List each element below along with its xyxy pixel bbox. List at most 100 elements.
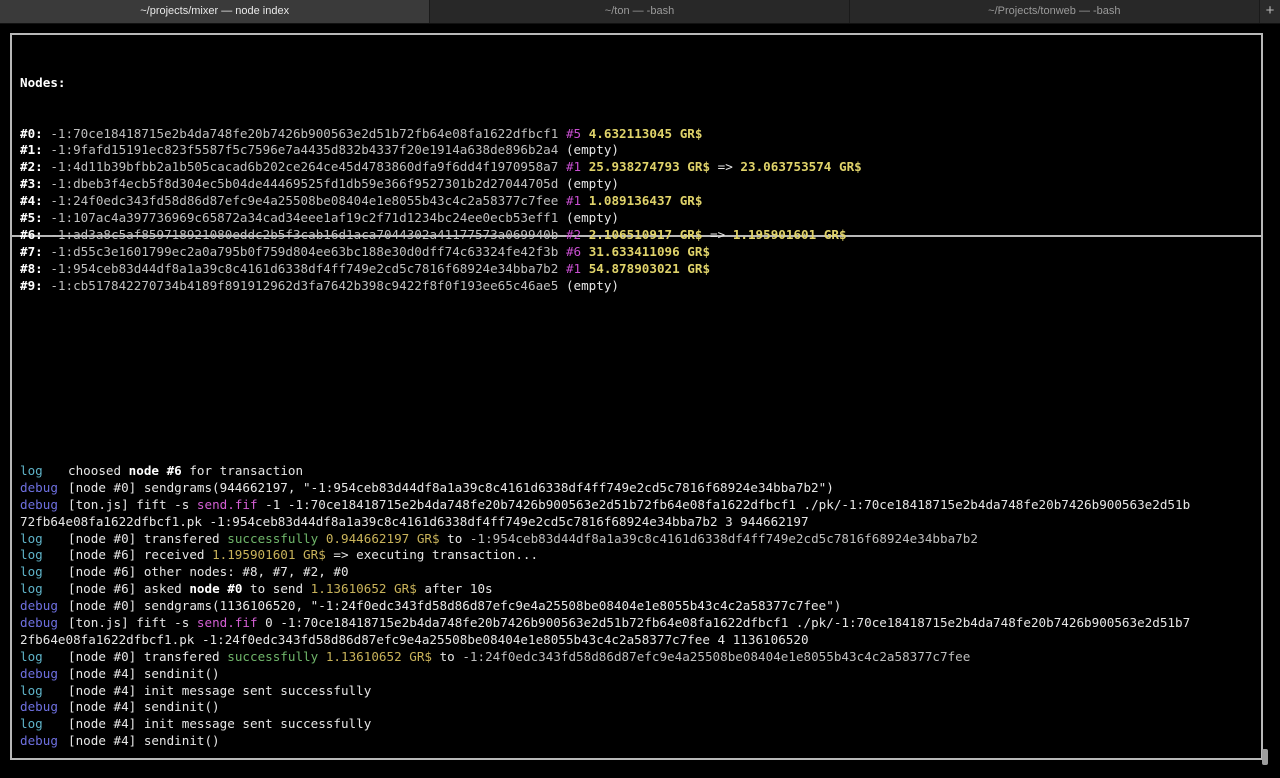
node-empty: (empty) <box>565 176 620 192</box>
log-line: debug [ton.js] fift -s send.fif -1 -1:70c… <box>20 497 1190 514</box>
log-line: log [node #4] init message sent successfu… <box>20 683 1190 700</box>
node-new-balance: 1.195901601 <box>732 226 817 242</box>
node-index: #9: <box>20 277 43 293</box>
node-row: #0: -1:70ce18418715e2b4da748fe20b7426b90… <box>20 126 862 143</box>
log-text: 1.13610652 GR$ <box>325 648 432 664</box>
log-text: send.fif <box>196 496 258 512</box>
log-text: [node #6] received <box>68 547 213 563</box>
new-tab-button[interactable]: + <box>1260 0 1280 23</box>
log-text: choosed <box>68 463 129 478</box>
log-level: log <box>20 463 43 478</box>
log-line: debug [node #4] sendinit() <box>20 733 1190 750</box>
node-row: #2: -1:4d11b39bfbb2a1b505cacad6b202ce264… <box>20 159 862 176</box>
log-level: debug <box>20 479 58 495</box>
scrollbar-thumb[interactable] <box>1262 749 1268 765</box>
log-text: [node #4] sendinit() <box>68 699 220 715</box>
node-address: -1:d55c3e1601799ec2a0a795b0f759d804ee63b… <box>50 243 559 259</box>
node-index: #6: <box>20 226 43 242</box>
nodes-heading: Nodes: <box>20 74 66 90</box>
node-address: -1:cb517842270734b4189f891912962d3fa7642… <box>50 277 559 293</box>
log-level: log <box>20 564 43 580</box>
log-text: => executing transaction... <box>325 547 539 563</box>
node-index: #5: <box>20 209 43 225</box>
log-line: log [node #4] init message sent successfu… <box>20 716 1190 733</box>
log-text: [node #4] sendinit() <box>68 665 220 681</box>
node-peer: #1 <box>565 193 582 209</box>
log-text: 1.195901601 GR$ <box>212 547 326 563</box>
log-line: 2fb64e08fa1622dfbcf1.pk -1:24f0edc343fd5… <box>20 632 1190 649</box>
node-currency: GR$ <box>687 260 711 276</box>
log-text: 0 -1:70ce18418715e2b4da748fe20b7426b9005… <box>257 615 1191 631</box>
log-line: debug [node #4] sendinit() <box>20 666 1190 683</box>
node-balance: 1.089136437 <box>588 193 673 209</box>
node-index: #4: <box>20 193 43 209</box>
node-new-balance: 23.063753574 <box>740 159 832 175</box>
node-address: -1:dbeb3f4ecb5f8d304ec5b04de44469525fd1d… <box>50 176 559 192</box>
log-line: log choosed node #6 for transaction <box>20 463 1190 480</box>
log-text: [node #4] init message sent successfully <box>68 716 372 732</box>
node-address: -1:ad3a8c5af859718921080eddc2b5f3cab16d1… <box>50 226 559 242</box>
log-level: log <box>20 530 43 546</box>
log-level: debug <box>20 699 58 715</box>
node-index: #3: <box>20 176 43 192</box>
node-empty: (empty) <box>565 209 620 225</box>
log-text: to <box>431 648 463 664</box>
log-text: [node #0] sendgrams(944662197, "-1:954ce… <box>68 479 834 495</box>
log-line: log [node #6] other nodes: #8, #7, #2, #0 <box>20 564 1190 581</box>
node-empty: (empty) <box>565 142 620 158</box>
node-row: #7: -1:d55c3e1601799ec2a0a795b0f759d804e… <box>20 244 862 261</box>
node-currency: GR$ <box>679 226 703 242</box>
node-index: #8: <box>20 260 43 276</box>
node-row: #8: -1:954ceb83d44df8a1a39c8c4161d6338df… <box>20 261 862 278</box>
node-index: #1: <box>20 142 43 158</box>
log-text: -1 -1:70ce18418715e2b4da748fe20b7426b900… <box>257 496 1191 512</box>
tab-mixer-node-index[interactable]: ~/projects/mixer — node index <box>0 0 431 23</box>
node-peer: #1 <box>565 260 582 276</box>
node-index: #2: <box>20 159 43 175</box>
log-text: successfully <box>227 530 319 546</box>
log-level: debug <box>20 496 58 512</box>
log-level: log <box>20 716 43 732</box>
log-line: log [node #0] transfered successfully 1.1… <box>20 649 1190 666</box>
log-text: [node #0] sendgrams(1136106520, "-1:24f0… <box>68 598 842 614</box>
node-currency: GR$ <box>823 226 847 242</box>
node-currency: GR$ <box>687 159 711 175</box>
node-balance: 2.106510917 <box>588 226 673 242</box>
log-level: debug <box>20 733 58 749</box>
node-row: #3: -1:dbeb3f4ecb5f8d304ec5b04de44469525… <box>20 176 862 193</box>
log-line: log [node #6] received 1.195901601 GR$ =>… <box>20 547 1190 564</box>
log-text: node #6 <box>128 463 182 478</box>
node-index: #7: <box>20 243 43 259</box>
log-text: 72fb64e08fa1622dfbcf1.pk -1:954ceb83d44d… <box>20 513 809 529</box>
log-line: log [node #6] asked node #0 to send 1.136… <box>20 581 1190 598</box>
node-arrow: => <box>717 159 733 175</box>
log-output: log choosed node #6 for transaction debug [… <box>20 463 1190 750</box>
node-address: -1:70ce18418715e2b4da748fe20b7426b900563… <box>50 125 559 141</box>
tab-ton-bash[interactable]: ~/ton — -bash <box>430 0 850 23</box>
node-currency: GR$ <box>687 243 711 259</box>
node-address: -1:24f0edc343fd58d86d87efc9e4a25508be084… <box>50 193 559 209</box>
log-text: -1:954ceb83d44df8a1a39c8c4161d6338df4ff7… <box>469 530 978 546</box>
log-text: successfully <box>227 648 319 664</box>
log-line: 72fb64e08fa1622dfbcf1.pk -1:954ceb83d44d… <box>20 514 1190 531</box>
log-level: debug <box>20 665 58 681</box>
log-text: node #0 <box>189 581 243 597</box>
log-level: log <box>20 547 43 563</box>
tab-tonweb-bash[interactable]: ~/Projects/tonweb — -bash <box>849 0 1261 23</box>
node-currency: GR$ <box>679 125 703 141</box>
log-text: 1.13610652 GR$ <box>310 581 417 597</box>
log-line: debug [node #0] sendgrams(944662197, "-1:… <box>20 480 1190 497</box>
node-balance: 4.632113045 <box>588 125 673 141</box>
log-level: log <box>20 682 43 698</box>
node-address: -1:954ceb83d44df8a1a39c8c4161d6338df4ff7… <box>50 260 559 276</box>
log-text: 2fb64e08fa1622dfbcf1.pk -1:24f0edc343fd5… <box>20 631 809 647</box>
log-text: to send <box>242 581 311 597</box>
node-balance: 25.938274793 <box>588 159 680 175</box>
log-level: debug <box>20 615 58 631</box>
node-arrow: => <box>710 226 726 242</box>
log-level: debug <box>20 598 58 614</box>
node-peer: #1 <box>565 159 582 175</box>
node-peer: #6 <box>565 243 582 259</box>
node-empty: (empty) <box>565 277 620 293</box>
